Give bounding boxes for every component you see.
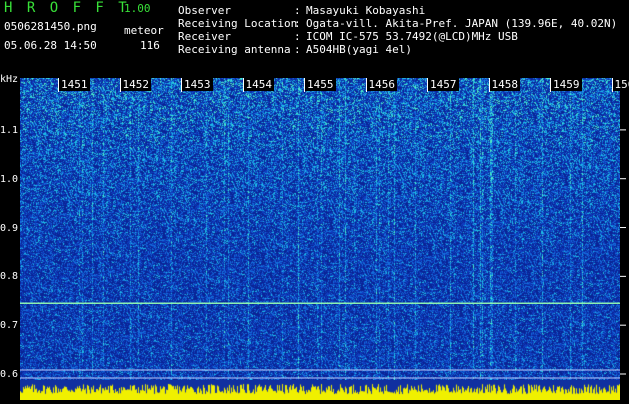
time-label: 1457: [428, 78, 459, 91]
info-sep: :: [294, 17, 306, 30]
spectrogram: [20, 78, 620, 380]
time-label: 1452: [121, 78, 152, 91]
file-name: 0506281450.png: [4, 20, 97, 33]
right-tick-marks: [620, 78, 629, 380]
time-label: 1459: [551, 78, 582, 91]
frequency-axis: kHz 1.1 1.0 0.9 0.8 0.7 0.6: [0, 74, 20, 400]
app-title: H R O F F T: [4, 0, 130, 16]
info-sep: :: [294, 4, 306, 17]
app-version: 1.00: [124, 2, 151, 15]
info-key: Receiving Location: [178, 17, 294, 30]
spectrogram-overlay: [20, 78, 620, 380]
info-value: Ogata-vill. Akita-Pref. JAPAN (139.96E, …: [306, 17, 617, 30]
signal-level-bar: [20, 380, 620, 400]
info-sep: :: [294, 30, 306, 43]
time-label: 1454: [244, 78, 275, 91]
info-value: Masayuki Kobayashi: [306, 4, 425, 17]
date-time: 05.06.28 14:50: [4, 39, 97, 52]
time-label: 1451: [59, 78, 90, 91]
meteor-count: 116: [140, 39, 160, 52]
info-row-antenna: Receiving antenna:A504HB(yagi 4el): [178, 43, 617, 56]
info-value: ICOM IC-575 53.7492(@LCD)MHz USB: [306, 30, 518, 43]
station-info: Observer:Masayuki Kobayashi Receiving Lo…: [178, 4, 617, 56]
frequency-tick-label: 0.9: [0, 223, 18, 234]
time-label: 1456: [367, 78, 398, 91]
time-axis: 1451145214531454145514561457145814591500: [20, 78, 620, 92]
header: H R O F F T 1.00 0506281450.png meteor 0…: [0, 0, 629, 74]
info-key: Receiver: [178, 30, 294, 43]
frequency-tick-label: 0.6: [0, 369, 18, 380]
frequency-tick-label: 0.8: [0, 271, 18, 282]
frequency-unit: kHz: [0, 74, 18, 85]
info-value: A504HB(yagi 4el): [306, 43, 412, 56]
signal-level-graph: [20, 380, 620, 400]
frequency-tick-label: 1.1: [0, 125, 18, 136]
meteor-label: meteor: [124, 24, 164, 37]
info-row-observer: Observer:Masayuki Kobayashi: [178, 4, 617, 17]
time-label: 1453: [182, 78, 213, 91]
frequency-tick-label: 1.0: [0, 174, 18, 185]
time-label: 1458: [490, 78, 521, 91]
info-key: Receiving antenna: [178, 43, 294, 56]
info-key: Observer: [178, 4, 294, 17]
time-label: 1455: [305, 78, 336, 91]
info-row-receiver: Receiver:ICOM IC-575 53.7492(@LCD)MHz US…: [178, 30, 617, 43]
info-row-location: Receiving Location:Ogata-vill. Akita-Pre…: [178, 17, 617, 30]
info-sep: :: [294, 43, 306, 56]
frequency-tick-label: 0.7: [0, 320, 18, 331]
